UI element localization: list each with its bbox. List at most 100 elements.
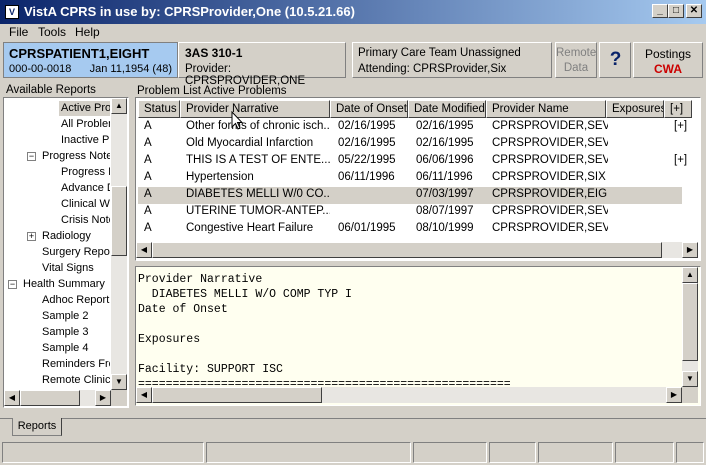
cell-modified: 08/07/1997 (416, 205, 474, 217)
collapse-icon[interactable]: − (27, 152, 36, 161)
cell-status: A (144, 120, 152, 132)
encounter-location-button[interactable]: 3AS 310-1 Provider: CPRSPROVIDER,ONE (178, 42, 346, 87)
status-panel (413, 442, 487, 463)
help-button[interactable]: ? (599, 42, 631, 78)
cell-onset: 02/16/1995 (338, 120, 396, 132)
tree-item[interactable]: Sample 4 (40, 341, 110, 356)
tree-item[interactable]: Surgery Reports (40, 245, 110, 260)
title-bar: V VistA CPRS in use by: CPRSProvider,One… (0, 0, 706, 24)
table-row[interactable]: A UTERINE TUMOR-ANTEP... 08/07/1997 CPRSPRO… (138, 204, 682, 221)
tree-item[interactable]: Vital Signs (40, 261, 110, 276)
postings-button[interactable]: Postings CWA (633, 42, 703, 78)
tree-item[interactable]: Sample 3 (40, 325, 110, 340)
patient-select-button[interactable]: CPRSPATIENT1,EIGHT 000-00-0018 Jan 11,19… (3, 42, 178, 78)
column-header-date-of-onset[interactable]: Date of Onset (330, 100, 408, 118)
scroll-up-arrow-icon[interactable]: ▲ (111, 98, 127, 114)
cell-status: A (144, 171, 152, 183)
status-panel (676, 442, 704, 463)
scroll-thumb[interactable] (682, 283, 698, 361)
menu-file[interactable]: File (9, 25, 28, 39)
status-panel (489, 442, 536, 463)
tree-vertical-scrollbar[interactable]: ▲ ▼ (111, 98, 127, 390)
report-detail-text: Provider Narrative DIABETES MELLI W/O CO… (138, 273, 511, 388)
tree-item[interactable]: Sample 2 (40, 309, 110, 324)
cell-narrative: Hypertension (186, 171, 254, 183)
scroll-down-arrow-icon[interactable]: ▼ (682, 371, 698, 387)
column-header-exposures[interactable]: Exposures (606, 100, 664, 118)
tree-horizontal-scrollbar[interactable]: ◀ ▶ (4, 390, 111, 406)
tree-item[interactable]: Inactive Problems (59, 133, 110, 148)
tree-item[interactable]: Crisis Notes (59, 213, 110, 228)
column-header-provider-name[interactable]: Provider Name (486, 100, 606, 118)
cell-modified: 06/11/1996 (416, 171, 473, 183)
remote-label: Remote (556, 47, 597, 59)
column-header-status[interactable]: Status (138, 100, 180, 118)
scroll-right-arrow-icon[interactable]: ▶ (666, 387, 682, 403)
attending-label: Attending: CPRSProvider,Six (358, 63, 507, 75)
tree-item[interactable]: Active Problems (59, 101, 110, 116)
tree-item[interactable]: All Problems (59, 117, 110, 132)
table-row[interactable]: A THIS IS A TEST OF ENTE... 05/22/1995 06/0… (138, 153, 687, 170)
scroll-down-arrow-icon[interactable]: ▼ (111, 374, 127, 390)
collapse-icon[interactable]: − (8, 280, 17, 289)
tree-item[interactable]: Reminders Frozen (40, 357, 110, 372)
tree-item[interactable]: Adhoc Report (40, 293, 110, 308)
cell-status: A (144, 154, 152, 166)
scroll-left-arrow-icon[interactable]: ◀ (4, 390, 20, 406)
menu-tools[interactable]: Tools (38, 25, 66, 39)
primary-care-button[interactable]: Primary Care Team Unassigned Attending: … (352, 42, 552, 78)
cell-onset: 02/16/1995 (338, 137, 396, 149)
expand-icon[interactable]: + (27, 232, 36, 241)
tree-item[interactable]: Clinical Warnings (59, 197, 110, 212)
vista-app-icon[interactable]: V (5, 5, 19, 19)
remote-data-button[interactable]: Remote Data (555, 42, 597, 78)
available-reports-label: Available Reports (6, 84, 96, 96)
tree-item[interactable]: Radiology (40, 229, 110, 244)
grid-horizontal-scrollbar[interactable]: ◀ ▶ (136, 242, 698, 258)
detail-vertical-scrollbar[interactable]: ▲ ▼ (682, 267, 698, 387)
tree-item[interactable]: Progress Notes (59, 165, 110, 180)
detail-horizontal-scrollbar[interactable]: ◀ ▶ (136, 387, 682, 403)
menu-bar: File Tools Help (0, 24, 706, 42)
status-panel (2, 442, 204, 463)
tree-item[interactable]: Progress Notes (40, 149, 110, 164)
cell-provider: CPRSPROVIDER,SEV... (492, 222, 608, 234)
minimize-button[interactable]: _ (652, 4, 668, 18)
cell-provider: CPRSPROVIDER,SEV... (492, 137, 608, 149)
scroll-thumb[interactable] (152, 242, 662, 258)
maximize-button[interactable]: □ (668, 4, 684, 18)
table-row[interactable]: A Congestive Heart Failure 06/01/1995 08/10… (138, 221, 682, 238)
scroll-thumb[interactable] (111, 186, 127, 256)
column-header-expand[interactable]: [+] (664, 100, 692, 118)
tree-item[interactable]: Remote Clinical (40, 373, 110, 388)
cell-modified: 07/03/1997 (416, 188, 474, 200)
column-header-provider-narrative[interactable]: Provider Narrative (180, 100, 330, 118)
tree-item[interactable]: Health Summary (21, 277, 110, 292)
tab-reports[interactable]: Reports (12, 418, 62, 436)
scroll-left-arrow-icon[interactable]: ◀ (136, 387, 152, 403)
cell-modified: 06/06/1996 (416, 154, 474, 166)
scroll-up-arrow-icon[interactable]: ▲ (682, 267, 698, 283)
table-row[interactable]: A Old Myocardial Infarction 02/16/1995 02/1… (138, 136, 682, 153)
cell-narrative: Congestive Heart Failure (186, 222, 314, 234)
cell-provider: CPRSPROVIDER,SEV... (492, 120, 608, 132)
menu-help[interactable]: Help (75, 25, 100, 39)
scroll-right-arrow-icon[interactable]: ▶ (95, 390, 111, 406)
chart-tabs: Reports (0, 412, 706, 438)
scroll-right-arrow-icon[interactable]: ▶ (682, 242, 698, 258)
scroll-thumb[interactable] (152, 387, 322, 403)
cwa-indicator: CWA (654, 62, 682, 76)
scroll-left-arrow-icon[interactable]: ◀ (136, 242, 152, 258)
cell-narrative: DIABETES MELLI W/0 CO... (186, 188, 330, 200)
column-header-date-modified[interactable]: Date Modified (408, 100, 486, 118)
table-row[interactable]: A Other forms of chronic isch... 02/16/199… (138, 119, 687, 136)
window-title: VistA CPRS in use by: CPRSProvider,One (… (24, 4, 355, 19)
postings-label: Postings (644, 47, 692, 61)
close-button[interactable]: ✕ (686, 4, 702, 18)
scroll-thumb[interactable] (20, 390, 80, 406)
table-row[interactable]: A Hypertension 06/11/1996 06/11/1996 CPRSPRO… (138, 170, 682, 187)
status-panel (615, 442, 674, 463)
tree-item[interactable]: Advance Directive (59, 181, 110, 196)
cell-more: [+] (674, 154, 688, 166)
table-row[interactable]: A DIABETES MELLI W/0 CO... 07/03/1997 CPRSP… (138, 187, 682, 204)
